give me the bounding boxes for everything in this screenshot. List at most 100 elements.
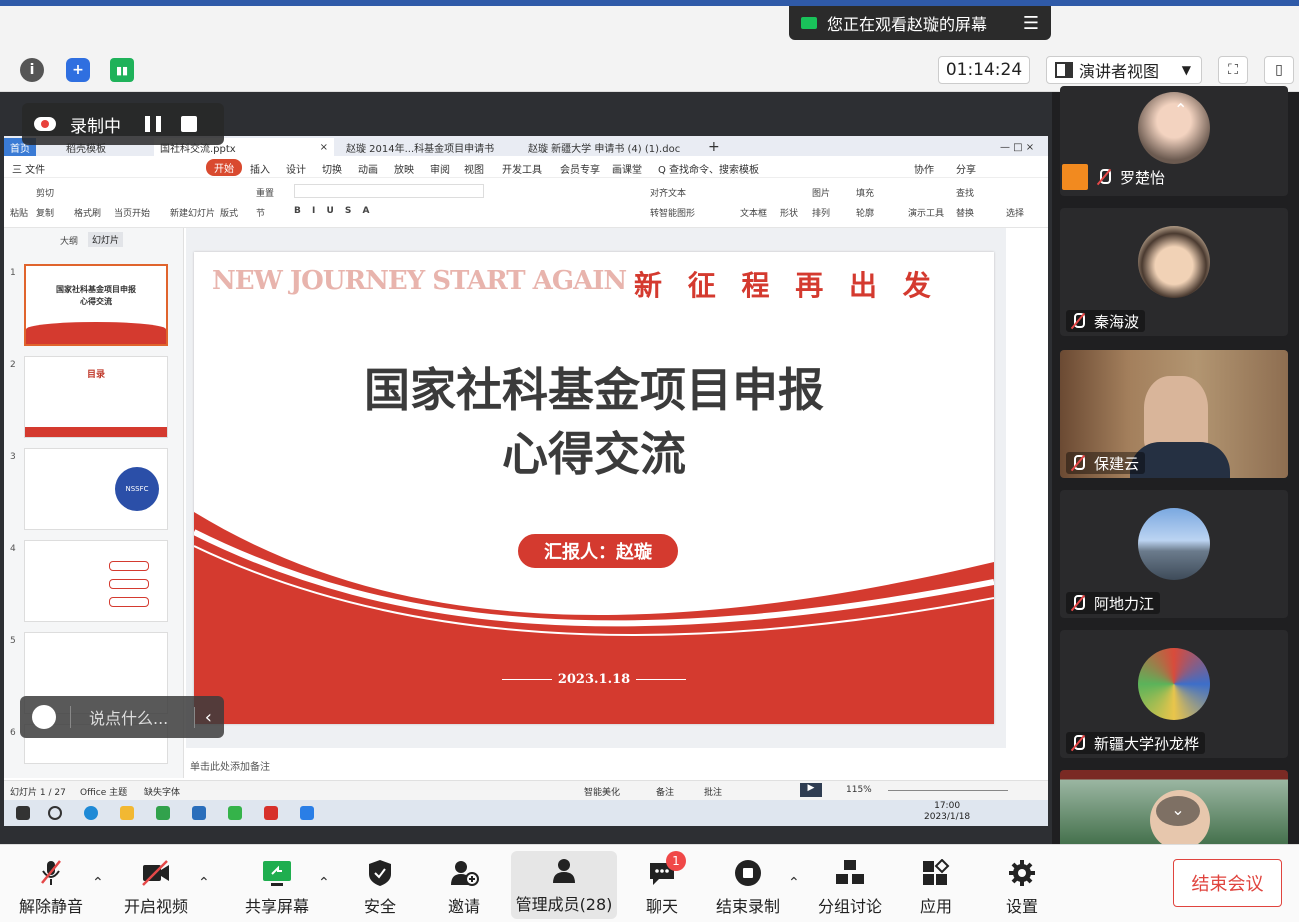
slide-thumb-2[interactable]: 目录 [24, 356, 168, 438]
ribbon-copy[interactable]: 复制 [36, 206, 54, 219]
ribbon-paste[interactable]: 粘贴 [10, 206, 28, 219]
menu-share[interactable]: 分享 [956, 161, 976, 176]
participant-tile[interactable]: 秦海波 [1060, 208, 1288, 336]
menu-view[interactable]: 视图 [464, 161, 484, 176]
pause-icon[interactable] [145, 116, 161, 132]
participant-tile[interactable]: 阿地力江 [1060, 490, 1288, 618]
menu-search[interactable]: Q 查找命令、搜索模板 [658, 161, 759, 176]
manage-participants-button[interactable]: 管理成员(28) [511, 851, 617, 919]
folder-icon[interactable] [120, 806, 134, 820]
menu-start[interactable]: 开始 [206, 159, 242, 176]
ribbon-show-tools[interactable]: 演示工具 [908, 206, 944, 219]
ribbon-start-from-current[interactable]: 当页开始 [114, 206, 150, 219]
view-mode-dropdown[interactable]: 演讲者视图 ▼ [1046, 56, 1202, 84]
shield-icon[interactable]: + [66, 58, 90, 82]
ribbon-shape[interactable]: 形状 [780, 206, 798, 219]
emoji-icon[interactable] [32, 705, 56, 729]
notes-area[interactable]: 单击此处添加备注 [186, 758, 1006, 776]
ribbon-reset[interactable]: 重置 [256, 186, 274, 199]
tab-doc-1[interactable]: 赵璇 2014年...科基金项目申请书 [340, 138, 500, 156]
zoom-slider[interactable] [888, 790, 1008, 791]
menu-dev-tools[interactable]: 开发工具 [502, 161, 542, 176]
signal-icon[interactable]: ▮▮ [110, 58, 134, 82]
ribbon-find[interactable]: 查找 [956, 186, 974, 199]
menu-icon[interactable]: ☰ [1023, 13, 1039, 34]
invite-button[interactable]: 邀请 [442, 853, 486, 917]
menu-insert[interactable]: 插入 [250, 161, 270, 176]
chevron-up-icon[interactable]: ⌃ [1174, 100, 1187, 119]
ribbon-fill[interactable]: 填充 [856, 186, 874, 199]
info-icon[interactable]: i [20, 58, 44, 82]
slide-thumb-3[interactable]: NSSFC [24, 448, 168, 530]
ribbon-arrange[interactable]: 排列 [812, 206, 830, 219]
play-icon[interactable]: ▶ [800, 783, 822, 797]
video-options-caret[interactable]: ⌃ [198, 875, 210, 891]
zoom-level[interactable]: 115% [846, 785, 872, 795]
record-options-caret[interactable]: ⌃ [788, 875, 800, 891]
ribbon-format-painter[interactable]: 格式刷 [74, 206, 101, 219]
windows-start-icon[interactable] [16, 806, 30, 820]
end-recording-button[interactable]: 结束录制 [716, 853, 780, 917]
current-slide[interactable]: NEW JOURNEY START AGAIN 新 征 程 再 出 发 国家社科… [194, 252, 994, 724]
participant-video-tile[interactable]: 保建云 [1060, 350, 1288, 478]
collapse-chevron-icon[interactable]: ‹ [193, 706, 212, 728]
font-style-buttons[interactable]: B I U S A [294, 206, 374, 216]
ribbon-picture[interactable]: 图片 [812, 186, 830, 199]
ie-icon[interactable] [156, 806, 170, 820]
menu-slideshow[interactable]: 放映 [394, 161, 414, 176]
stop-icon[interactable] [181, 116, 197, 132]
font-selector[interactable] [294, 184, 484, 198]
slide-thumb-1[interactable]: 国家社科基金项目申报 心得交流 [24, 264, 168, 346]
apps-button[interactable]: 应用 [914, 853, 958, 917]
ribbon-replace[interactable]: 替换 [956, 206, 974, 219]
comments-toggle[interactable]: 批注 [704, 785, 722, 798]
start-video-button[interactable]: 开启视频 [122, 853, 190, 917]
breakout-rooms-button[interactable]: 分组讨论 [818, 853, 882, 917]
ribbon-textbox[interactable]: 文本框 [740, 206, 767, 219]
ribbon-outline[interactable]: 轮廓 [856, 206, 874, 219]
menu-class[interactable]: 画课堂 [612, 161, 642, 176]
wechat-icon[interactable] [228, 806, 242, 820]
ribbon-smart-graphic[interactable]: 转智能图形 [650, 206, 695, 219]
chevron-down-icon[interactable]: ⌄ [1156, 796, 1200, 826]
watching-screen-banner[interactable]: 您正在观看赵璇的屏幕 ☰ [789, 6, 1051, 40]
new-tab-button[interactable]: + [702, 138, 726, 156]
sidebar-toggle-button[interactable]: ▯ [1264, 56, 1294, 84]
menu-file[interactable]: 三 文件 [12, 161, 45, 176]
participant-tile[interactable]: 新疆大学孙龙桦 [1060, 630, 1288, 758]
share-options-caret[interactable]: ⌃ [318, 875, 330, 891]
participant-video-tile[interactable]: ⌄ [1060, 770, 1288, 850]
unmute-button[interactable]: 解除静音 [18, 853, 84, 917]
security-button[interactable]: 安全 [358, 853, 402, 917]
settings-button[interactable]: 设置 [1000, 853, 1044, 917]
tab-doc-2[interactable]: 赵璇 新疆大学 申请书 (4) (1).doc [522, 138, 686, 156]
close-icon[interactable]: × [320, 142, 328, 153]
end-meeting-button[interactable]: 结束会议 [1173, 859, 1282, 907]
slide-thumb-4[interactable] [24, 540, 168, 622]
audio-options-caret[interactable]: ⌃ [92, 875, 104, 891]
ribbon-new-slide[interactable]: 新建幻灯片 [170, 206, 215, 219]
edge-icon[interactable] [84, 806, 98, 820]
share-screen-button[interactable]: 共享屏幕 [244, 853, 310, 917]
menu-member[interactable]: 会员专享 [560, 161, 600, 176]
fullscreen-button[interactable]: ⛶ [1218, 56, 1248, 84]
ribbon-select[interactable]: 选择 [1006, 206, 1024, 219]
missing-font[interactable]: 缺失字体 [144, 785, 180, 798]
smart-beautify[interactable]: 智能美化 [584, 785, 620, 798]
notes-toggle[interactable]: 备注 [656, 785, 674, 798]
menu-design[interactable]: 设计 [286, 161, 306, 176]
menu-animation[interactable]: 动画 [358, 161, 378, 176]
menu-collab[interactable]: 协作 [914, 161, 934, 176]
ribbon-cut[interactable]: 剪切 [36, 186, 54, 199]
menu-transition[interactable]: 切换 [322, 161, 342, 176]
ribbon-section[interactable]: 节 [256, 206, 265, 219]
ribbon-align-text[interactable]: 对齐文本 [650, 186, 686, 199]
menu-review[interactable]: 审阅 [430, 161, 450, 176]
window-controls[interactable]: — □ × [994, 138, 1040, 156]
tencent-meeting-icon[interactable] [300, 806, 314, 820]
chat-input[interactable]: 说点什么... [89, 705, 168, 729]
pane-tab-outline[interactable]: 大纲 [60, 234, 78, 247]
wps-icon[interactable] [264, 806, 278, 820]
mail-icon[interactable] [192, 806, 206, 820]
pane-tab-slides[interactable]: 幻灯片 [88, 232, 124, 247]
